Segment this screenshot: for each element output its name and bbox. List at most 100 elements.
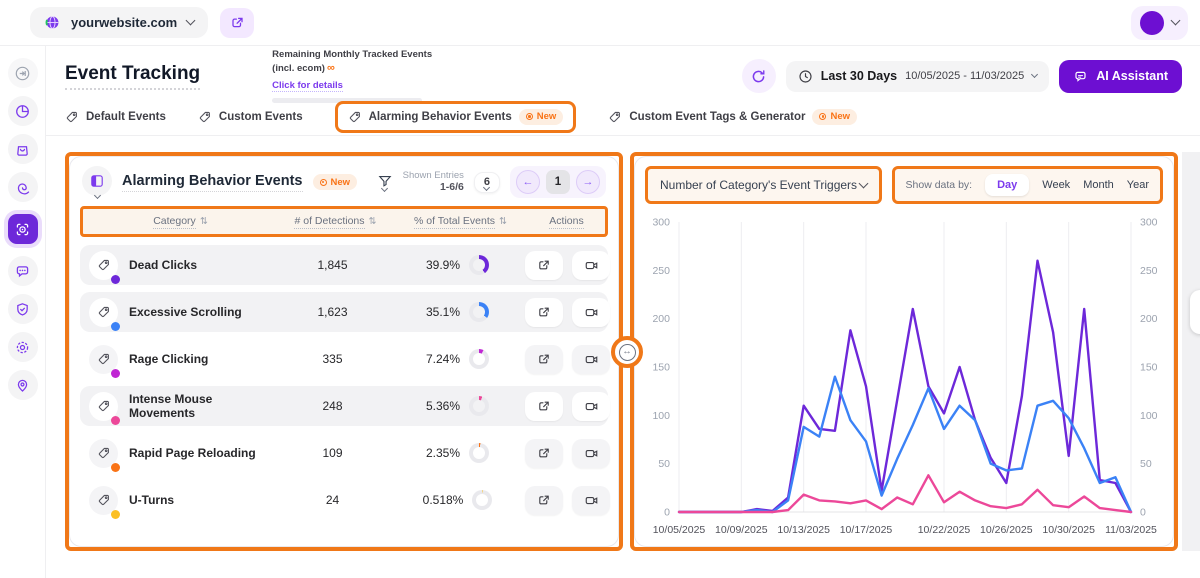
topbar: yourwebsite.com <box>0 0 1200 46</box>
category-name: Intense Mouse Movements <box>129 392 275 420</box>
sidebar-item-recordings[interactable] <box>8 172 38 202</box>
date-range-picker[interactable]: Last 30 Days 10/05/2025 - 11/03/2025 <box>786 61 1050 92</box>
sidebar-item-geolocation[interactable] <box>8 370 38 400</box>
svg-text:150: 150 <box>1140 362 1158 374</box>
sort-icon: ⇅ <box>499 216 507 227</box>
location-pin-icon <box>14 377 31 394</box>
page-header: Event Tracking Remaining Monthly Tracked… <box>46 46 1200 98</box>
watch-recordings-button[interactable] <box>572 486 610 515</box>
ai-assistant-button[interactable]: AI Assistant <box>1059 60 1182 93</box>
chevron-down-icon <box>186 16 196 26</box>
open-sessions-button[interactable] <box>525 345 563 374</box>
edge-scroll-handle[interactable] <box>1190 290 1200 334</box>
next-page-button[interactable]: → <box>576 170 600 194</box>
svg-text:0: 0 <box>1140 507 1146 519</box>
sidebar-item-ecommerce[interactable] <box>8 134 38 164</box>
period-month[interactable]: Month <box>1083 179 1114 191</box>
period-year[interactable]: Year <box>1127 179 1149 191</box>
sidebar-item-feedback[interactable] <box>8 256 38 286</box>
open-website-button[interactable] <box>220 8 254 38</box>
column-header-percent[interactable]: % of Total Events⇅ <box>393 215 528 229</box>
chart-panel: Number of Category's Event Triggers Show… <box>634 156 1174 547</box>
tag-icon <box>198 110 212 124</box>
svg-text:10/26/2025: 10/26/2025 <box>980 524 1033 536</box>
watch-recordings-button[interactable] <box>572 392 610 421</box>
open-sessions-button[interactable] <box>525 251 563 280</box>
collapse-sidebar-button[interactable] <box>8 58 38 88</box>
open-sessions-button[interactable] <box>525 392 563 421</box>
open-sessions-button[interactable] <box>525 486 563 515</box>
filter-control[interactable] <box>377 173 393 191</box>
prev-page-button[interactable]: ← <box>516 170 540 194</box>
svg-text:100: 100 <box>1140 410 1158 422</box>
shown-entries-value: 1-6/6 <box>403 181 464 194</box>
external-link-icon <box>537 493 551 507</box>
percent-of-total: 35.1% <box>426 305 460 319</box>
details-link[interactable]: Click for details <box>272 80 343 92</box>
chevron-down-icon <box>1031 70 1038 77</box>
website-selector[interactable]: yourwebsite.com <box>30 7 208 38</box>
table-row: Rage Clicking3357.24% <box>80 339 608 379</box>
sidebar-item-privacy[interactable] <box>8 294 38 324</box>
metric-selector[interactable]: Number of Category's Event Triggers <box>645 166 882 204</box>
spiral-icon <box>14 179 31 196</box>
shown-entries-label: Shown Entries <box>403 170 464 182</box>
watch-recordings-button[interactable] <box>572 439 610 468</box>
refresh-button[interactable] <box>742 59 776 93</box>
detections-count: 335 <box>275 352 390 366</box>
category-color-dot <box>111 510 120 519</box>
panel-title: Alarming Behavior Events <box>122 173 303 192</box>
tab-default-events[interactable]: Default Events <box>65 110 166 124</box>
category-color-dot <box>111 416 120 425</box>
watch-recordings-button[interactable] <box>572 298 610 327</box>
panel-resize-handle[interactable]: ↔ <box>611 336 643 368</box>
watch-recordings-button[interactable] <box>572 345 610 374</box>
line-chart: 00505010010015015020020025025030030010/0… <box>635 208 1173 542</box>
sidebar-item-event-tracking[interactable] <box>8 214 38 244</box>
table-row: U-Turns240.518% <box>80 480 608 520</box>
video-camera-icon <box>584 399 599 414</box>
metric-selector-value: Number of Category's Event Triggers <box>660 178 857 192</box>
percent-donut <box>469 255 489 275</box>
chevron-down-icon <box>858 178 868 188</box>
watch-recordings-button[interactable] <box>572 251 610 280</box>
column-header-category[interactable]: Category⇅ <box>83 215 278 229</box>
sidebar-item-dashboard[interactable] <box>8 96 38 126</box>
shield-check-icon <box>14 301 31 318</box>
open-sessions-button[interactable] <box>525 439 563 468</box>
period-week[interactable]: Week <box>1042 179 1070 191</box>
globe-icon <box>44 14 61 31</box>
svg-text:50: 50 <box>1140 458 1152 470</box>
remaining-events-widget: Remaining Monthly Tracked Events (incl. … <box>272 49 440 104</box>
range-title: Last 30 Days <box>821 69 897 83</box>
period-day[interactable]: Day <box>985 174 1029 196</box>
open-sessions-button[interactable] <box>525 298 563 327</box>
tab-custom-event-tags-generator[interactable]: Custom Event Tags & Generator New <box>608 109 857 125</box>
user-menu[interactable] <box>1131 6 1188 40</box>
column-header-detections[interactable]: # of Detections⇅ <box>278 215 393 229</box>
tab-custom-events[interactable]: Custom Events <box>198 110 303 124</box>
svg-text:300: 300 <box>1140 217 1158 229</box>
external-link-icon <box>537 399 551 413</box>
show-data-by-group: Show data by: Day Week Month Year <box>892 166 1163 204</box>
table-view-selector[interactable] <box>82 166 112 198</box>
category-color-dot <box>111 275 120 284</box>
pie-chart-icon <box>14 103 31 120</box>
svg-text:10/30/2025: 10/30/2025 <box>1042 524 1095 536</box>
pagination: ← 1 → <box>510 166 606 198</box>
column-header-actions: Actions <box>528 215 605 229</box>
percent-of-total: 0.518% <box>423 493 464 507</box>
tag-icon <box>89 298 118 327</box>
page-size-selector[interactable]: 6 <box>474 172 500 193</box>
badge-dot-icon <box>526 113 533 120</box>
page-edge-strip <box>1182 152 1200 551</box>
external-link-icon <box>537 446 551 460</box>
events-table-panel-annotation: Alarming Behavior Events New Shown Entri… <box>65 152 623 551</box>
video-camera-icon <box>584 258 599 273</box>
badge-dot-icon <box>320 179 327 186</box>
tab-alarming-behavior-events[interactable]: Alarming Behavior Events New <box>335 101 577 133</box>
sidebar-item-settings[interactable] <box>8 332 38 362</box>
collapse-icon <box>14 65 31 82</box>
new-badge: New <box>313 174 358 190</box>
shown-entries: Shown Entries 1-6/6 <box>403 170 464 195</box>
